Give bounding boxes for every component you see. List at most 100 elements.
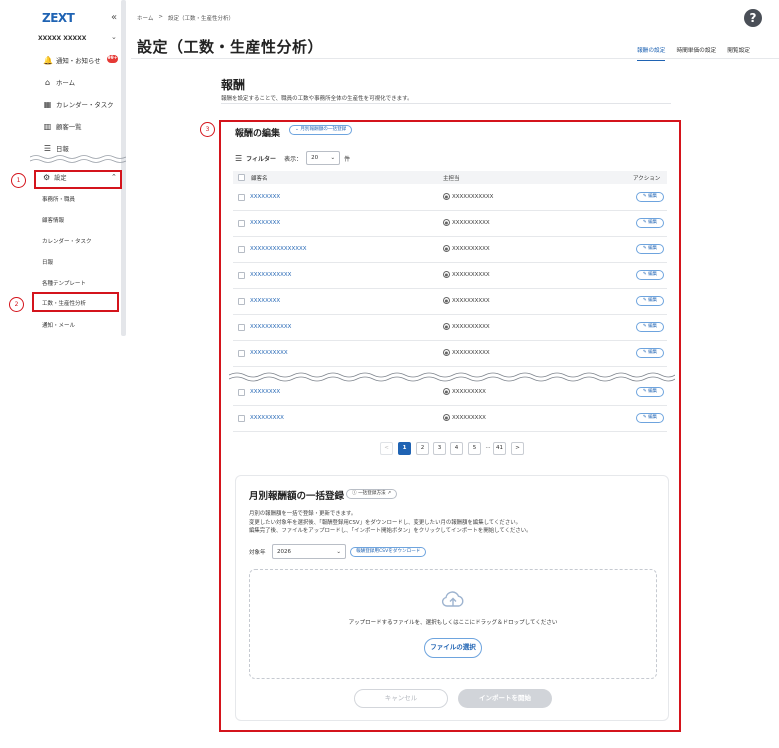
page-button[interactable]: 2 [416, 442, 429, 455]
start-import-button[interactable]: インポートを開始 [458, 689, 552, 708]
owner-cell: ● XXXXXXXXXX [443, 323, 490, 330]
filter-label[interactable]: フィルター [246, 154, 276, 163]
sidebar-item-report[interactable]: ☰ 日報 [43, 142, 69, 154]
client-name-link[interactable]: XXXXXXXX [250, 298, 280, 304]
client-name-link[interactable]: XXXXXXXXXXX [250, 324, 291, 330]
page-button[interactable]: 41 [493, 442, 506, 455]
page-button[interactable]: 1 [398, 442, 411, 455]
edit-button[interactable]: ✎ 編集 [636, 270, 664, 280]
filter-icon[interactable]: ☰ [235, 154, 242, 163]
marker-2: 2 [9, 297, 24, 312]
owner-name: XXXXXXXXXXX [452, 193, 494, 200]
chevron-up-icon[interactable]: ⌃ [111, 173, 117, 181]
collapse-sidebar-icon[interactable]: « [111, 12, 117, 23]
sidebar-item-home[interactable]: ⌂ ホーム [43, 76, 75, 88]
edit-button[interactable]: ✎ 編集 [636, 348, 664, 358]
table-row: XXXXXXXXX ● XXXXXXXXX ✎ 編集 [233, 406, 667, 432]
account-name[interactable]: XXXXX XXXXX [38, 35, 86, 42]
marker-3: 3 [200, 122, 215, 137]
client-name-link[interactable]: XXXXXXXXXX [250, 350, 288, 356]
sidebar-item-notifications[interactable]: 🔔 通知・お知らせ [43, 54, 101, 66]
edit-button[interactable]: ✎ 編集 [636, 296, 664, 306]
breadcrumb: ホーム > 設定（工数・生産性分析） [137, 14, 234, 22]
app-logo: ZEXT [42, 11, 75, 25]
edit-button[interactable]: ✎ 編集 [636, 322, 664, 332]
year-select[interactable]: 2026 ⌄ [272, 544, 346, 559]
home-icon: ⌂ [44, 77, 51, 87]
owner-name: XXXXXXXXXX [452, 349, 490, 356]
sidebar-item-label: 日報 [56, 144, 69, 153]
row-checkbox[interactable] [238, 220, 245, 227]
pagination-ellipsis: ... [485, 444, 491, 450]
bulk-toggle-button[interactable]: ⌄ 月別報酬額の一括登録 [289, 125, 353, 135]
breadcrumb-home[interactable]: ホーム [137, 14, 153, 22]
bulk-description: 月別の報酬額を一括で登録・更新できます。 変更したい対象年を選択後、「報酬登録用… [249, 510, 532, 536]
page-button[interactable]: 3 [433, 442, 446, 455]
section-divider [221, 103, 671, 104]
row-checkbox[interactable] [238, 324, 245, 331]
sidebar-subitem-analysis[interactable]: 工数・生産性分析 [42, 299, 86, 307]
howto-button[interactable]: ⓘ 一括登録方法 ↗ [346, 489, 397, 499]
row-checkbox[interactable] [238, 194, 245, 201]
person-icon: ● [443, 193, 450, 200]
page-button[interactable]: 5 [468, 442, 481, 455]
bulk-desc-line: 変更したい対象年を選択後、「報酬登録用CSV」をダウンロードし、変更したい月の報… [249, 519, 521, 526]
chevron-down-icon[interactable]: ⌄ [111, 33, 117, 41]
edit-button[interactable]: ✎ 編集 [636, 192, 664, 202]
sidebar-subitem-report[interactable]: 日報 [42, 258, 53, 266]
pencil-icon: ✎ [642, 220, 647, 225]
client-name-link[interactable]: XXXXXXXXXXXXXXX [250, 246, 307, 252]
sidebar-subitem-templates[interactable]: 各種テンプレート [42, 279, 86, 287]
prev-page-button[interactable]: < [380, 442, 393, 455]
sidebar-item-clients[interactable]: ▥ 顧客一覧 [43, 120, 82, 132]
client-name-link[interactable]: XXXXXXXX [250, 389, 280, 395]
sidebar-subitem-notification-mail[interactable]: 通知・メール [42, 321, 75, 329]
client-name-link[interactable]: XXXXXXXXXXX [250, 272, 291, 278]
pencil-icon: ✎ [642, 324, 647, 329]
owner-name: XXXXXXXXX [452, 388, 486, 395]
select-file-button[interactable]: ファイルの選択 [424, 638, 482, 658]
row-checkbox[interactable] [238, 389, 245, 396]
page-button[interactable]: 4 [450, 442, 463, 455]
edit-label: 編集 [648, 350, 658, 355]
owner-cell: ● XXXXXXXXXXX [443, 193, 493, 200]
row-checkbox[interactable] [238, 272, 245, 279]
cancel-button[interactable]: キャンセル [354, 689, 448, 708]
help-icon[interactable]: ? [744, 9, 762, 27]
edit-button[interactable]: ✎ 編集 [636, 413, 664, 423]
sidebar-subitem-calendar[interactable]: カレンダー・タスク [42, 237, 92, 245]
edit-button[interactable]: ✎ 編集 [636, 244, 664, 254]
person-icon: ● [443, 323, 450, 330]
bulk-toggle-label: 月別報酬額の一括登録 [300, 127, 347, 132]
next-page-button[interactable]: > [511, 442, 524, 455]
edit-button[interactable]: ✎ 編集 [636, 218, 664, 228]
sidebar-item-calendar[interactable]: ▦ カレンダー・タスク [43, 98, 114, 110]
select-all-checkbox[interactable] [238, 174, 245, 181]
row-checkbox[interactable] [238, 246, 245, 253]
bulk-title: 月別報酬額の一括登録 [249, 491, 345, 502]
owner-name: XXXXXXXXX [452, 414, 486, 421]
sidebar-subitem-client-info[interactable]: 顧客情報 [42, 216, 64, 224]
bulk-desc-line: 編集完了後、ファイルをアップロードし、「インポート開始ボタン」をクリックしてイン… [249, 528, 532, 534]
display-count-select[interactable]: 20 ⌄ [306, 151, 341, 165]
owner-cell: ● XXXXXXXXXX [443, 245, 490, 252]
row-checkbox[interactable] [238, 350, 245, 357]
client-name-link[interactable]: XXXXXXXXX [250, 415, 284, 421]
csv-download-button[interactable]: 報酬登録用CSVをダウンロード [350, 547, 427, 557]
sidebar-item-settings[interactable]: ⚙ 設定 [43, 173, 67, 182]
person-icon: ● [443, 388, 450, 395]
sidebar-scrollbar[interactable] [121, 0, 126, 336]
cloud-upload-icon [441, 591, 464, 607]
row-checkbox[interactable] [238, 298, 245, 305]
sidebar-subitem-office[interactable]: 事務所・職員 [42, 195, 75, 203]
client-name-link[interactable]: XXXXXXXX [250, 194, 280, 200]
breadcrumb-current: 設定（工数・生産性分析） [167, 16, 234, 22]
year-value: 2026 [277, 548, 291, 555]
row-checkbox[interactable] [238, 415, 245, 422]
owner-cell: ● XXXXXXXXXX [443, 349, 490, 356]
section-title: 報酬 [221, 78, 246, 92]
pencil-icon: ✎ [642, 194, 647, 199]
bell-icon: 🔔 [43, 55, 53, 65]
client-name-link[interactable]: XXXXXXXX [250, 220, 280, 226]
edit-button[interactable]: ✎ 編集 [636, 387, 664, 397]
